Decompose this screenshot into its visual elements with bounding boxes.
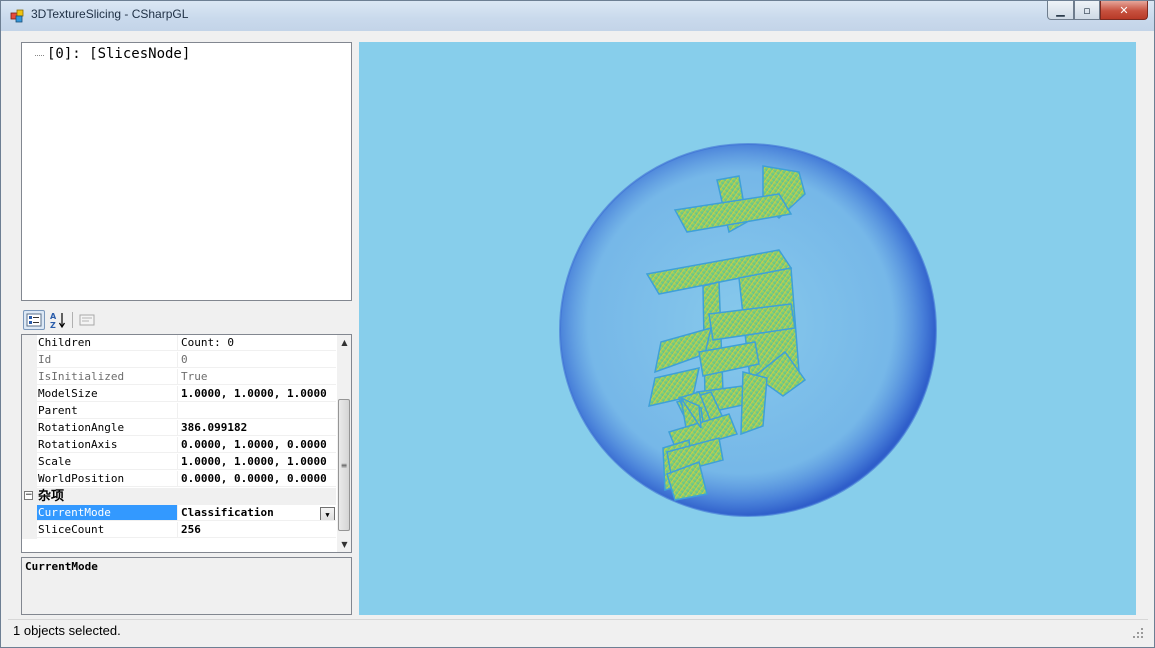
property-row-rotationangle[interactable]: RotationAngle 386.099182: [22, 420, 336, 437]
property-row-modelsize[interactable]: ModelSize 1.0000, 1.0000, 1.0000: [22, 386, 336, 403]
property-value[interactable]: 0.0000, 1.0000, 0.0000: [178, 437, 336, 453]
property-description: CurrentMode: [21, 557, 352, 615]
property-value-dropdown[interactable]: Classification ▼: [178, 505, 336, 521]
dropdown-button[interactable]: ▼: [320, 507, 335, 520]
property-value[interactable]: True: [178, 369, 336, 385]
property-value[interactable]: 1.0000, 1.0000, 1.0000: [178, 454, 336, 470]
categorized-button[interactable]: [23, 310, 45, 330]
property-name: CurrentMode: [37, 505, 178, 521]
property-grid[interactable]: Children Count: 0 Id 0 IsInitialized Tru…: [21, 334, 352, 553]
categorized-icon: [26, 313, 42, 327]
maximize-button[interactable]: ▫: [1074, 1, 1100, 20]
client-area: [0]: [SlicesNode] A Z Children Count: 0 …: [8, 31, 1148, 641]
property-value[interactable]: 0.0000, 0.0000, 0.0000: [178, 471, 336, 487]
property-pages-button[interactable]: [76, 310, 98, 330]
description-title: CurrentMode: [25, 560, 98, 573]
title-bar[interactable]: 3DTextureSlicing - CSharpGL ▁ ▫ ✕: [1, 1, 1154, 31]
category-label: 杂项: [38, 489, 65, 504]
close-button[interactable]: ✕: [1100, 1, 1148, 20]
property-row-children[interactable]: Children Count: 0: [22, 335, 336, 352]
property-value[interactable]: 386.099182: [178, 420, 336, 436]
alphabetical-button[interactable]: A Z: [47, 310, 69, 330]
property-value[interactable]: 256: [178, 522, 336, 538]
current-mode-value: Classification: [181, 506, 274, 519]
scroll-up-button[interactable]: ▲: [337, 335, 351, 350]
property-name: RotationAngle: [37, 420, 178, 436]
property-name: Parent: [37, 403, 178, 419]
svg-text:Z: Z: [50, 321, 56, 329]
scroll-thumb[interactable]: ≡: [338, 399, 350, 531]
alphabetical-icon: A Z: [50, 312, 66, 329]
arrow-up-icon: ▲: [341, 338, 348, 347]
gl-canvas[interactable]: [359, 42, 1136, 615]
property-row-currentmode[interactable]: CurrentMode Classification ▼: [22, 505, 336, 522]
property-name: WorldPosition: [37, 471, 178, 487]
scroll-down-button[interactable]: ▼: [337, 537, 351, 552]
resize-grip-icon[interactable]: [1132, 627, 1144, 639]
scene-tree[interactable]: [0]: [SlicesNode]: [21, 42, 352, 301]
toolbar-separator: [72, 312, 73, 328]
property-pages-icon: [79, 314, 95, 326]
property-value[interactable]: 0: [178, 352, 336, 368]
volume-render: [559, 143, 937, 517]
property-name: RotationAxis: [37, 437, 178, 453]
property-grid-toolbar: A Z: [21, 309, 352, 333]
property-value[interactable]: Count: 0: [178, 335, 336, 351]
property-row-parent[interactable]: Parent: [22, 403, 336, 420]
property-value[interactable]: 1.0000, 1.0000, 1.0000: [178, 386, 336, 402]
app-icon: [10, 9, 24, 23]
property-value[interactable]: [178, 403, 336, 419]
property-name: IsInitialized: [37, 369, 178, 385]
property-name: Scale: [37, 454, 178, 470]
property-row-id[interactable]: Id 0: [22, 352, 336, 369]
arrow-down-icon: ▼: [341, 540, 348, 549]
property-name: Children: [37, 335, 178, 351]
status-text: 1 objects selected.: [13, 623, 121, 638]
property-row-slicecount[interactable]: SliceCount 256: [22, 522, 336, 539]
tree-connector: [35, 55, 44, 56]
property-grid-scrollbar[interactable]: ▲ ≡ ▼: [337, 335, 351, 552]
window-title: 3DTextureSlicing - CSharpGL: [31, 7, 189, 21]
minimize-icon: ▁: [1056, 3, 1065, 17]
grip-icon: ≡: [340, 460, 348, 470]
property-name: Id: [37, 352, 178, 368]
property-row-rotationaxis[interactable]: RotationAxis 0.0000, 1.0000, 0.0000: [22, 437, 336, 454]
tree-node-slices[interactable]: [0]: [SlicesNode]: [47, 46, 190, 62]
maximize-icon: ▫: [1083, 3, 1091, 17]
status-bar: 1 objects selected.: [8, 619, 1148, 642]
minimize-button[interactable]: ▁: [1047, 1, 1074, 20]
category-misc[interactable]: − 杂项: [22, 488, 336, 505]
close-icon: ✕: [1119, 3, 1129, 17]
chevron-down-icon: ▼: [325, 510, 330, 519]
svg-text:A: A: [50, 312, 57, 321]
property-name: SliceCount: [37, 522, 178, 538]
property-name: ModelSize: [37, 386, 178, 402]
property-row-scale[interactable]: Scale 1.0000, 1.0000, 1.0000: [22, 454, 336, 471]
collapse-toggle-icon[interactable]: −: [24, 491, 33, 500]
property-row-worldposition[interactable]: WorldPosition 0.0000, 0.0000, 0.0000: [22, 471, 336, 488]
property-row-isinitialized[interactable]: IsInitialized True: [22, 369, 336, 386]
app-window: 3DTextureSlicing - CSharpGL ▁ ▫ ✕ [0]: […: [0, 0, 1155, 648]
